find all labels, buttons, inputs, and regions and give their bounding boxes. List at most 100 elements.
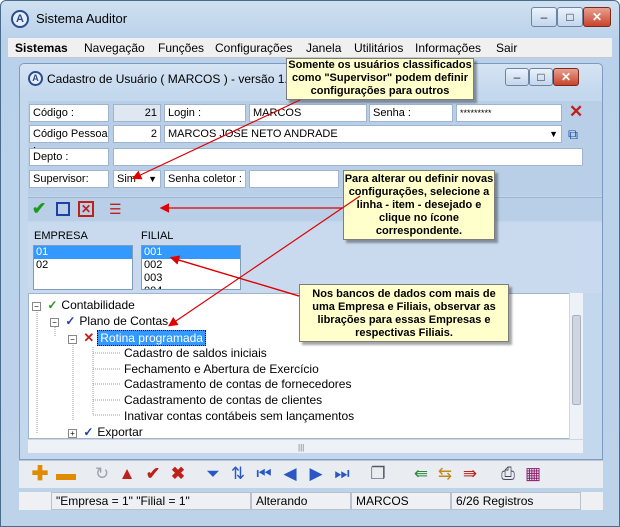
collapse-icon[interactable]: − <box>32 302 41 311</box>
remove-icon[interactable]: ▬ <box>55 463 77 485</box>
empresa-label: EMPRESA <box>34 230 88 242</box>
child-minimize-button[interactable]: – <box>505 68 529 86</box>
supervisor-select[interactable]: Sim ▼ <box>113 170 161 188</box>
menu-informacoes[interactable]: Informações <box>415 41 481 55</box>
sort-icon[interactable]: ⇅ <box>227 463 249 485</box>
tree-item[interactable]: Fechamento e Abertura de Exercício <box>124 362 319 376</box>
tree-node-rotina-programada[interactable]: − ✕ Rotina programada <box>68 330 206 346</box>
next-record-icon[interactable]: ▶ <box>305 463 327 485</box>
transfer-icon[interactable]: ⇆ <box>434 463 456 485</box>
pessoa-nome-select[interactable]: MARCOS JOSE NETO ANDRADE ▼ <box>164 125 562 143</box>
tree-node-contabilidade[interactable]: − ✓ Contabilidade <box>32 298 135 312</box>
collapse-icon[interactable]: − <box>50 318 59 327</box>
login-label: Login : <box>164 104 246 122</box>
tree-item[interactable]: Cadastramento de contas de clientes <box>124 393 322 407</box>
filter-icon[interactable]: ⏷ <box>202 463 224 485</box>
print-icon[interactable]: ⎙ <box>497 463 519 485</box>
tree-item[interactable]: Cadastro de saldos iniciais <box>124 346 267 360</box>
child-app-icon: A <box>28 71 43 86</box>
supervisor-value: Sim <box>117 173 136 185</box>
post-check-icon[interactable]: ✔ <box>142 463 164 485</box>
calendar-icon[interactable]: ▦ <box>522 463 544 485</box>
tree-node-plano-contas[interactable]: − ✓ Plano de Contas <box>50 314 168 328</box>
list-item[interactable]: 004 <box>142 285 240 289</box>
depto-label: Depto : <box>29 148 109 166</box>
list-item[interactable]: 003 <box>142 272 240 285</box>
tree-label: Contabilidade <box>61 298 135 312</box>
last-record-icon[interactable]: ⏭ <box>331 463 353 485</box>
filial-list[interactable]: 001 002 003 004 <box>141 245 241 290</box>
depto-field[interactable] <box>113 148 583 166</box>
maximize-button[interactable]: □ <box>557 7 583 27</box>
tree-node-exportar[interactable]: + ✓ Exportar <box>68 425 143 439</box>
senha-field[interactable]: ********* <box>456 104 562 122</box>
senha-label: Senha : <box>369 104 453 122</box>
edit-up-icon[interactable]: ▲ <box>116 463 138 485</box>
link-pessoa-icon[interactable]: ⧉ <box>568 125 584 143</box>
tree-horizontal-scrollbar[interactable]: ||| <box>28 439 583 453</box>
supervisor-label: Supervisor: <box>29 170 109 188</box>
window-title: Sistema Auditor <box>36 11 128 26</box>
minimize-button[interactable]: – <box>531 7 557 27</box>
tree-label: Plano de Contas <box>79 314 169 328</box>
child-close-button[interactable]: ✕ <box>553 68 579 86</box>
menu-utilitarios[interactable]: Utilitários <box>354 41 403 55</box>
check-icon: ✓ <box>65 314 76 328</box>
tree-item[interactable]: Cadastramento de contas de fornecedores <box>124 377 351 391</box>
first-record-icon[interactable]: ⏮ <box>253 463 275 485</box>
pessoa-nome-value: MARCOS JOSE NETO ANDRADE <box>168 128 338 140</box>
collapse-icon[interactable]: − <box>68 335 77 344</box>
prior-record-icon[interactable]: ◀ <box>279 463 301 485</box>
menu-janela[interactable]: Janela <box>306 41 341 55</box>
scroll-grip-icon: ||| <box>298 443 305 452</box>
list-item[interactable]: 001 <box>142 246 240 259</box>
check-icon: ✓ <box>47 298 58 312</box>
filial-label: FILIAL <box>141 230 174 242</box>
list-item[interactable]: 02 <box>34 259 132 272</box>
blank-box-icon[interactable] <box>56 202 70 216</box>
status-mode: Alterando <box>251 492 351 510</box>
list-icon[interactable]: ☰ <box>109 200 125 218</box>
confirm-check-icon[interactable]: ✔ <box>32 200 50 218</box>
close-button[interactable]: ✕ <box>583 7 611 27</box>
cancel-box-icon[interactable]: ✕ <box>78 201 94 217</box>
export-icon[interactable]: ⇛ <box>459 463 481 485</box>
codigo-label: Código : <box>29 104 109 122</box>
tree-item[interactable]: Inativar contas contábeis sem lançamento… <box>124 409 354 423</box>
copy-icon[interactable]: ❐ <box>367 463 389 485</box>
callout-config: Para alterar ou definir novas configuraç… <box>343 170 495 240</box>
add-icon[interactable]: ✚ <box>29 463 51 485</box>
title-bar: A Sistema Auditor – □ ✕ <box>1 1 619 33</box>
codigo-field[interactable]: 21 <box>113 104 161 122</box>
cancel-icon[interactable]: ✖ <box>167 463 189 485</box>
app-icon: A <box>11 10 29 28</box>
callout-supervisor: Somente os usuários classificados como "… <box>286 58 474 100</box>
empresa-list[interactable]: 01 02 <box>33 245 133 290</box>
menu-configuracoes[interactable]: Configurações <box>215 41 292 55</box>
senha-coletor-field[interactable] <box>249 170 339 188</box>
denied-icon: ✕ <box>83 330 95 345</box>
menu-sistemas[interactable]: Sistemas <box>15 41 68 55</box>
tree-label: Exportar <box>97 425 143 439</box>
chevron-down-icon: ▼ <box>549 129 558 139</box>
login-field[interactable]: MARCOS <box>249 104 367 122</box>
list-item[interactable]: 01 <box>34 246 132 259</box>
menu-bar: Sistemas Navegação Funções Configurações… <box>8 38 612 58</box>
menu-sair[interactable]: Sair <box>496 41 517 55</box>
status-empresa-filial: "Empresa = 1" "Filial = 1" <box>51 492 251 510</box>
status-user: MARCOS <box>351 492 451 510</box>
child-window-title: Cadastro de Usuário ( MARCOS ) - versão … <box>47 72 302 86</box>
expand-icon[interactable]: + <box>68 429 77 438</box>
check-icon: ✓ <box>83 425 94 439</box>
delete-icon[interactable]: ✕ <box>569 103 585 121</box>
menu-navegacao[interactable]: Navegação <box>84 41 145 55</box>
import-icon[interactable]: ⇚ <box>410 463 432 485</box>
callout-empresas: Nos bancos de dados com mais de uma Empr… <box>299 284 509 342</box>
scroll-thumb[interactable] <box>572 315 581 405</box>
list-item[interactable]: 002 <box>142 259 240 272</box>
menu-funcoes[interactable]: Funções <box>158 41 204 55</box>
tree-vertical-scrollbar[interactable] <box>569 293 583 439</box>
codigo-pessoa-field[interactable]: 2 <box>113 125 161 143</box>
refresh-icon[interactable]: ↻ <box>91 463 113 485</box>
child-maximize-button[interactable]: □ <box>529 68 553 86</box>
